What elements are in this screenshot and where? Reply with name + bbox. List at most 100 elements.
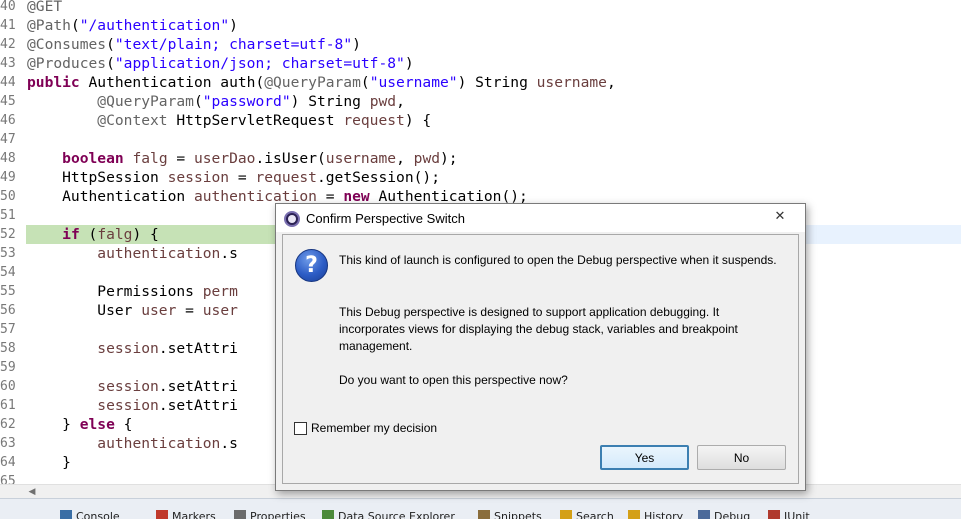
code-token: request xyxy=(343,112,405,129)
code-text: @Path("/authentication") xyxy=(27,16,238,35)
code-token: userDao xyxy=(193,150,256,167)
code-line[interactable]: 49 HttpSession session = request.getSess… xyxy=(0,168,961,187)
scroll-left-icon[interactable]: ◀ xyxy=(26,486,38,498)
code-line[interactable]: 46 @Context HttpServletRequest request) … xyxy=(0,111,961,130)
code-token: HttpSession xyxy=(27,169,168,186)
dialog-body: ? This kind of launch is configured to o… xyxy=(282,234,799,484)
line-number: 57 xyxy=(0,322,15,337)
line-number: 40 xyxy=(0,0,15,14)
remember-decision-checkbox[interactable]: Remember my decision xyxy=(294,421,437,435)
code-token: Authentication auth( xyxy=(79,74,265,91)
line-number: 49 xyxy=(0,170,15,185)
line-number: 65 xyxy=(0,474,15,484)
code-line[interactable]: 44 public Authentication auth(@QueryParam… xyxy=(0,73,961,92)
code-line[interactable]: 40 @GET xyxy=(0,0,961,16)
code-token: Permissions xyxy=(27,283,203,300)
code-token: pwd xyxy=(369,93,397,110)
code-text: } xyxy=(27,453,71,472)
code-token: .setAttri xyxy=(158,378,238,395)
bottom-tab[interactable]: JUnit xyxy=(768,509,810,519)
code-text: authentication.s xyxy=(27,244,238,263)
bottom-tab[interactable]: Search xyxy=(560,509,614,519)
code-token: boolean xyxy=(62,150,124,167)
bottom-tab-label: Properties xyxy=(250,509,306,519)
yes-button[interactable]: Yes xyxy=(600,445,689,470)
checkbox-box[interactable] xyxy=(294,421,307,435)
message-question: Do you want to open this perspective now… xyxy=(339,373,568,387)
close-button[interactable]: ✕ xyxy=(757,206,803,226)
bottom-tab[interactable]: History xyxy=(628,509,683,519)
no-button[interactable]: No xyxy=(697,445,786,470)
code-token: username xyxy=(536,74,607,91)
line-number: 63 xyxy=(0,436,15,451)
line-number: 60 xyxy=(0,379,15,394)
remember-label: Remember my decision xyxy=(311,421,438,435)
code-token: @QueryParam xyxy=(264,74,361,91)
code-text: User user = user xyxy=(27,301,238,320)
bottom-tab[interactable]: Markers xyxy=(156,509,216,519)
bottom-tab[interactable]: Properties xyxy=(234,509,306,519)
line-number: 45 xyxy=(0,94,15,109)
line-number: 42 xyxy=(0,37,15,52)
code-token: .setAttri xyxy=(158,340,238,357)
line-number: 62 xyxy=(0,417,15,432)
code-line[interactable]: 45 @QueryParam("password") String pwd, xyxy=(0,92,961,111)
confirm-perspective-switch-dialog: Confirm Perspective Switch ✕ ? This kind… xyxy=(275,203,806,491)
code-line[interactable]: 41 @Path("/authentication") xyxy=(0,16,961,35)
bottom-tab[interactable]: Debug xyxy=(698,509,750,519)
code-token: "password" xyxy=(202,93,291,110)
code-token: else xyxy=(79,416,115,433)
question-icon: ? xyxy=(295,249,328,282)
code-token: , xyxy=(396,150,414,167)
view-icon xyxy=(478,510,490,519)
code-line[interactable]: 47 xyxy=(0,130,961,149)
bottom-tab[interactable]: Snippets xyxy=(478,509,542,519)
line-number: 41 xyxy=(0,18,15,33)
bottom-tab-label: Search xyxy=(576,509,614,519)
code-token: , xyxy=(606,74,616,91)
code-token: @QueryParam xyxy=(97,93,194,110)
bottom-tab-label: Debug xyxy=(714,509,751,519)
line-number: 47 xyxy=(0,132,15,147)
code-token: perm xyxy=(202,283,238,300)
bottom-tab-label: Console xyxy=(76,509,120,519)
code-token: .s xyxy=(220,435,238,452)
code-token: "text/plain; charset=utf-8" xyxy=(114,36,353,53)
line-number: 54 xyxy=(0,265,15,280)
code-line[interactable]: 48 boolean falg = userDao.isUser(usernam… xyxy=(0,149,961,168)
message-launch: This kind of launch is configured to ope… xyxy=(339,253,777,267)
code-line[interactable]: 43 @Produces("application/json; charset=u… xyxy=(0,54,961,73)
line-number: 43 xyxy=(0,56,15,71)
code-token: .s xyxy=(220,245,238,262)
code-token: @Consumes xyxy=(27,36,107,53)
view-icon xyxy=(698,510,710,519)
code-token: ( xyxy=(70,17,80,34)
bottom-tab[interactable]: Console xyxy=(60,509,120,519)
code-token: request xyxy=(255,169,317,186)
view-icon xyxy=(768,510,780,519)
message-description: This Debug perspective is designed to su… xyxy=(339,305,738,353)
code-token: .setAttri xyxy=(158,397,238,414)
code-text: public Authentication auth(@QueryParam("… xyxy=(27,73,616,92)
bottom-tab-label: Data Source Explorer xyxy=(338,509,455,519)
code-token: user xyxy=(202,302,238,319)
code-token: if xyxy=(62,226,80,243)
bottom-tab[interactable]: Data Source Explorer xyxy=(322,509,455,519)
code-token: user xyxy=(141,302,177,319)
line-number: 64 xyxy=(0,455,15,470)
code-token: HttpServletRequest xyxy=(167,112,344,129)
bottom-tab-label: History xyxy=(644,509,684,519)
line-number: 50 xyxy=(0,189,15,204)
code-token: User xyxy=(27,302,142,319)
code-line[interactable]: 42 @Consumes("text/plain; charset=utf-8") xyxy=(0,35,961,54)
code-text: HttpSession session = request.getSession… xyxy=(27,168,440,187)
code-token: ) String xyxy=(457,74,537,91)
view-icon xyxy=(156,510,168,519)
line-number: 53 xyxy=(0,246,15,261)
line-number: 46 xyxy=(0,113,15,128)
